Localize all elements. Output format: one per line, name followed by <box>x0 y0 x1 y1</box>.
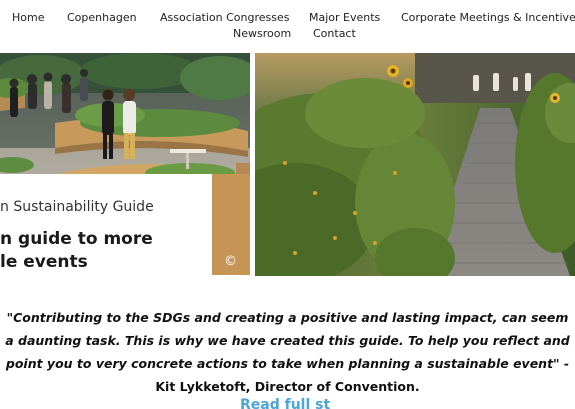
garden-path-photo <box>255 53 575 276</box>
hero-text-card: n Sustainability Guide n guide to more l… <box>0 174 212 278</box>
nav-contact[interactable]: Contact <box>313 27 356 40</box>
quote-block: "Contributing to the SDGs and creating a… <box>0 306 575 398</box>
quote-author: Kit Lykketoft, Director of Convention. <box>155 379 420 394</box>
nav-newsroom[interactable]: Newsroom <box>233 27 291 40</box>
hero-title-line-1[interactable]: n guide to more <box>0 229 153 249</box>
read-full-story-link[interactable]: Read full st <box>240 397 330 409</box>
wood-strip: © <box>212 174 250 275</box>
nav-major-events[interactable]: Major Events <box>309 11 380 24</box>
copyright-icon: © <box>224 254 237 269</box>
main-navigation: Home Copenhagen Association Congresses M… <box>0 0 575 50</box>
hero-kicker: n Sustainability Guide <box>0 199 154 215</box>
quote-line-1: "Contributing to the SDGs and creating a… <box>6 310 569 325</box>
hero-title-line-2[interactable]: le events <box>0 252 88 272</box>
nav-copenhagen[interactable]: Copenhagen <box>67 11 137 24</box>
quote-line-2: a daunting task. This is why we have cre… <box>5 333 570 348</box>
nav-association-congresses[interactable]: Association Congresses <box>160 11 290 24</box>
garden-path-illustration <box>255 53 575 276</box>
nav-corporate-meetings[interactable]: Corporate Meetings & Incentives <box>401 11 575 24</box>
hero-section: © n Sustainability Guide n guide to more… <box>0 50 575 278</box>
nav-home[interactable]: Home <box>12 11 44 24</box>
page: Home Copenhagen Association Congresses M… <box>0 0 575 409</box>
quote-line-3: point you to very concrete actions to ta… <box>5 356 570 371</box>
